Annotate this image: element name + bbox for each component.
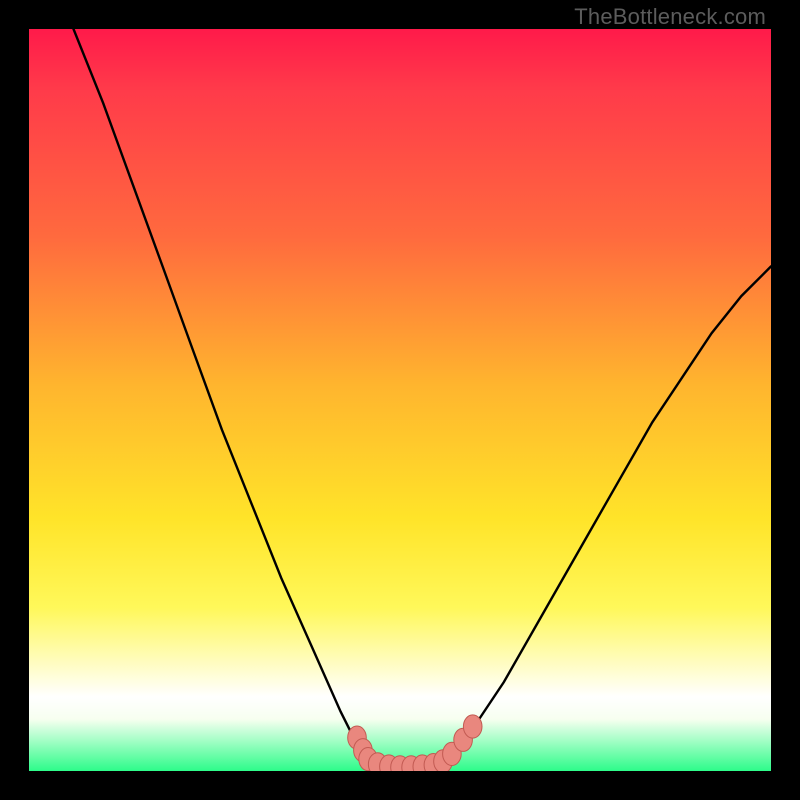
marker-layer — [29, 29, 771, 771]
data-marker — [463, 715, 482, 738]
watermark-text: TheBottleneck.com — [574, 4, 766, 30]
plot-area — [29, 29, 771, 771]
chart-frame: TheBottleneck.com — [0, 0, 800, 800]
